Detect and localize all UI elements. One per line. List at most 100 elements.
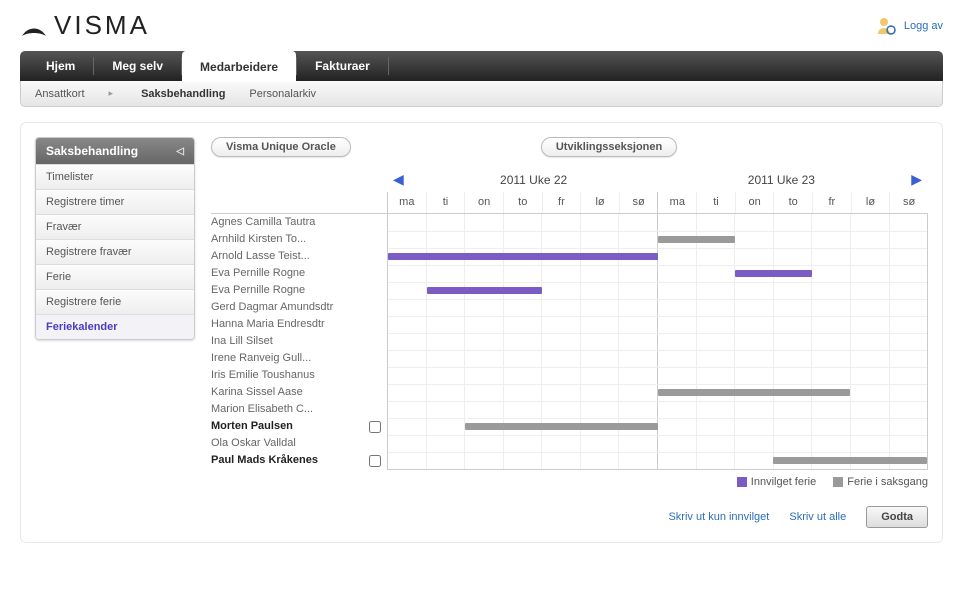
calendar-cell[interactable]: [696, 334, 735, 350]
main-nav-meg-selv[interactable]: Meg selv: [94, 51, 181, 81]
calendar-cell[interactable]: [696, 436, 735, 452]
calendar-cell[interactable]: [503, 385, 542, 401]
calendar-cell[interactable]: [889, 249, 928, 265]
calendar-cell[interactable]: [734, 249, 773, 265]
calendar-cell[interactable]: [657, 402, 696, 418]
calendar-cell[interactable]: [618, 334, 657, 350]
calendar-cell[interactable]: [580, 266, 619, 282]
calendar-cell[interactable]: [850, 402, 889, 418]
calendar-cell[interactable]: [773, 402, 812, 418]
calendar-cell[interactable]: [426, 351, 465, 367]
calendar-cell[interactable]: [580, 232, 619, 248]
user-settings-icon[interactable]: [876, 16, 896, 36]
calendar-cell[interactable]: [541, 214, 580, 231]
calendar-cell[interactable]: [850, 419, 889, 435]
calendar-cell[interactable]: [811, 351, 850, 367]
calendar-cell[interactable]: [773, 249, 812, 265]
calendar-cell[interactable]: [541, 351, 580, 367]
calendar-cell[interactable]: [657, 334, 696, 350]
calendar-cell[interactable]: [889, 402, 928, 418]
calendar-cell[interactable]: [657, 351, 696, 367]
collapse-icon[interactable]: ◁: [176, 146, 184, 157]
calendar-cell[interactable]: [734, 453, 773, 469]
calendar-cell[interactable]: [850, 283, 889, 299]
calendar-cell[interactable]: [503, 317, 542, 333]
calendar-cell[interactable]: [696, 249, 735, 265]
calendar-cell[interactable]: [426, 368, 465, 384]
calendar-cell[interactable]: [618, 368, 657, 384]
calendar-cell[interactable]: [426, 317, 465, 333]
next-week-arrow-icon[interactable]: ▶: [905, 171, 928, 188]
sidebar-item-ferie[interactable]: Ferie: [36, 264, 194, 289]
calendar-cell[interactable]: [696, 317, 735, 333]
calendar-cell[interactable]: [580, 402, 619, 418]
calendar-cell[interactable]: [696, 419, 735, 435]
calendar-cell[interactable]: [696, 266, 735, 282]
calendar-cell[interactable]: [388, 351, 426, 367]
sidebar-item-registrere-timer[interactable]: Registrere timer: [36, 189, 194, 214]
calendar-cell[interactable]: [541, 334, 580, 350]
calendar-cell[interactable]: [541, 453, 580, 469]
vacation-bar-pending[interactable]: [658, 236, 735, 243]
calendar-cell[interactable]: [889, 436, 928, 452]
calendar-cell[interactable]: [388, 334, 426, 350]
calendar-cell[interactable]: [426, 214, 465, 231]
calendar-cell[interactable]: [618, 402, 657, 418]
calendar-cell[interactable]: [618, 351, 657, 367]
calendar-cell[interactable]: [503, 351, 542, 367]
calendar-cell[interactable]: [580, 317, 619, 333]
calendar-cell[interactable]: [889, 214, 928, 231]
calendar-cell[interactable]: [734, 436, 773, 452]
calendar-cell[interactable]: [426, 232, 465, 248]
calendar-cell[interactable]: [580, 385, 619, 401]
sidebar-item-fravær[interactable]: Fravær: [36, 214, 194, 239]
calendar-cell[interactable]: [657, 317, 696, 333]
calendar-cell[interactable]: [464, 232, 503, 248]
calendar-cell[interactable]: [811, 249, 850, 265]
calendar-cell[interactable]: [657, 300, 696, 316]
calendar-cell[interactable]: [889, 368, 928, 384]
dept-selector[interactable]: Utviklingsseksjonen: [541, 137, 677, 157]
calendar-cell[interactable]: [773, 283, 812, 299]
calendar-cell[interactable]: [734, 402, 773, 418]
calendar-cell[interactable]: [541, 317, 580, 333]
calendar-cell[interactable]: [580, 436, 619, 452]
employee-select-checkbox[interactable]: [369, 455, 381, 467]
calendar-cell[interactable]: [618, 266, 657, 282]
calendar-cell[interactable]: [889, 266, 928, 282]
calendar-cell[interactable]: [618, 214, 657, 231]
calendar-cell[interactable]: [541, 402, 580, 418]
calendar-cell[interactable]: [850, 249, 889, 265]
calendar-cell[interactable]: [657, 453, 696, 469]
calendar-cell[interactable]: [696, 368, 735, 384]
calendar-cell[interactable]: [773, 214, 812, 231]
calendar-cell[interactable]: [811, 283, 850, 299]
logout-link[interactable]: Logg av: [904, 20, 943, 32]
calendar-cell[interactable]: [734, 351, 773, 367]
calendar-cell[interactable]: [618, 317, 657, 333]
calendar-cell[interactable]: [580, 351, 619, 367]
calendar-cell[interactable]: [426, 300, 465, 316]
calendar-cell[interactable]: [541, 385, 580, 401]
calendar-cell[interactable]: [388, 402, 426, 418]
calendar-cell[interactable]: [388, 368, 426, 384]
calendar-cell[interactable]: [850, 214, 889, 231]
vacation-bar-approved[interactable]: [388, 253, 658, 260]
main-nav-medarbeidere[interactable]: Medarbeidere: [182, 51, 296, 82]
calendar-cell[interactable]: [657, 249, 696, 265]
calendar-cell[interactable]: [734, 300, 773, 316]
calendar-cell[interactable]: [811, 317, 850, 333]
calendar-cell[interactable]: [850, 232, 889, 248]
main-nav-fakturaer[interactable]: Fakturaer: [297, 51, 388, 81]
calendar-cell[interactable]: [734, 283, 773, 299]
calendar-cell[interactable]: [464, 214, 503, 231]
calendar-cell[interactable]: [464, 266, 503, 282]
calendar-cell[interactable]: [889, 351, 928, 367]
calendar-cell[interactable]: [388, 317, 426, 333]
calendar-cell[interactable]: [503, 402, 542, 418]
calendar-cell[interactable]: [773, 351, 812, 367]
calendar-cell[interactable]: [503, 436, 542, 452]
calendar-cell[interactable]: [426, 453, 465, 469]
calendar-cell[interactable]: [657, 266, 696, 282]
calendar-cell[interactable]: [734, 419, 773, 435]
